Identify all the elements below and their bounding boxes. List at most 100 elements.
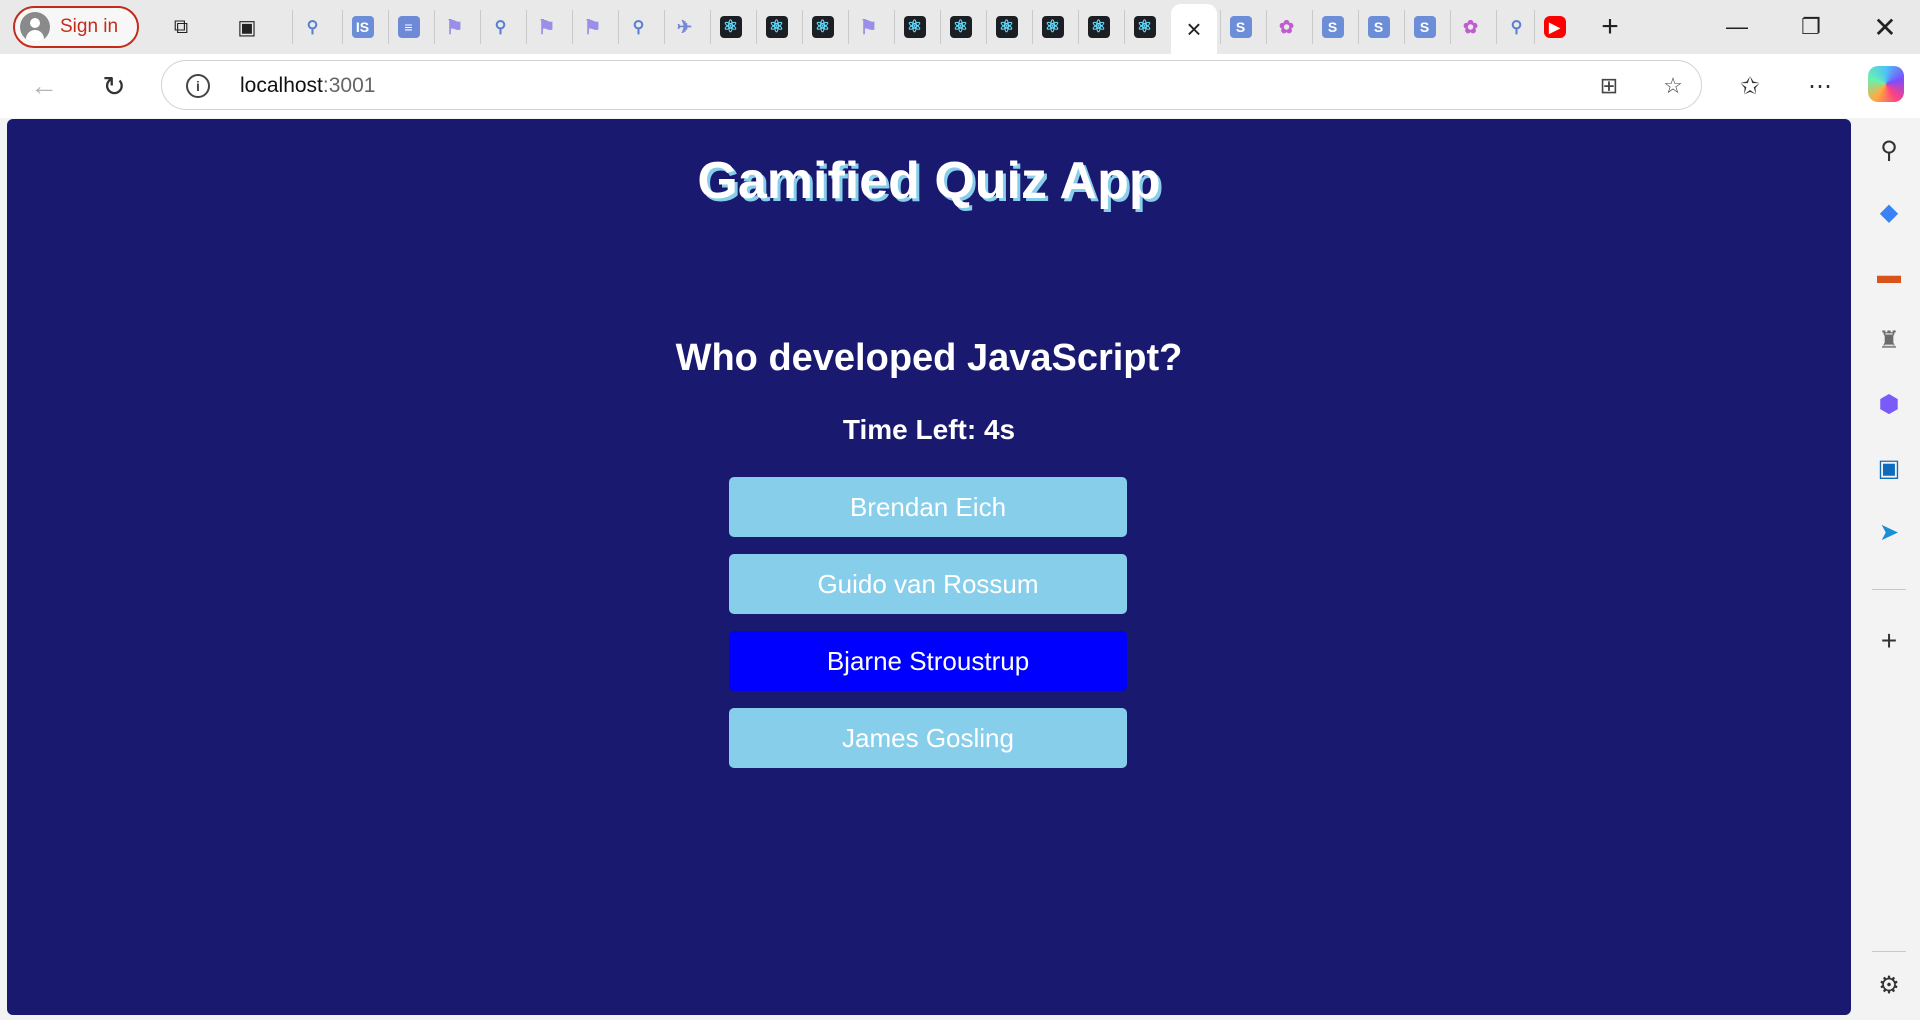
tab-s-3[interactable]: S: [1358, 10, 1398, 44]
tab-is[interactable]: IS: [342, 10, 382, 44]
reload-button[interactable]: ↻: [94, 66, 134, 106]
react-favicon-icon: ⚛: [995, 16, 1018, 38]
s-favicon-icon: S: [1229, 16, 1252, 38]
vertical-tabs-icon[interactable]: ▣: [233, 13, 261, 41]
tab-react-3[interactable]: ⚛: [802, 10, 842, 44]
tab-react-1[interactable]: ⚛: [710, 10, 750, 44]
tab-flag-1[interactable]: ⚑: [434, 10, 474, 44]
tab-search-4[interactable]: ⚲: [1496, 10, 1536, 44]
document-favicon-icon: ≡: [397, 16, 420, 38]
tab-search-2[interactable]: ⚲: [480, 10, 520, 44]
edge-sidebar: ⚲ ◆ ▬ ♜ ⬢ ▣ ➤ + ⚙: [1858, 119, 1920, 1020]
site-info-icon[interactable]: i: [186, 74, 210, 98]
tab-butterfly-2[interactable]: ✿: [1450, 10, 1490, 44]
tab-flag-2[interactable]: ⚑: [526, 10, 566, 44]
split-screen-icon[interactable]: ⊞: [1595, 72, 1623, 100]
page-viewport: Gamified Quiz App Who developed JavaScri…: [7, 119, 1851, 1015]
close-tab-icon[interactable]: ×: [1186, 14, 1201, 45]
s-favicon-icon: S: [1413, 16, 1436, 38]
tab-butterfly-1[interactable]: ✿: [1266, 10, 1306, 44]
react-favicon-icon: ⚛: [1041, 16, 1064, 38]
react-favicon-icon: ⚛: [1133, 16, 1156, 38]
tab-react-4[interactable]: ⚛: [894, 10, 934, 44]
more-options-icon[interactable]: ⋯: [1800, 66, 1840, 106]
sidebar-divider: [1872, 951, 1906, 952]
is-favicon-icon: IS: [351, 16, 374, 38]
tab-s-1[interactable]: S: [1220, 10, 1260, 44]
react-favicon-icon: ⚛: [949, 16, 972, 38]
back-button[interactable]: ←: [24, 66, 64, 106]
tab-s-4[interactable]: S: [1404, 10, 1444, 44]
tab-react-9[interactable]: ⚛: [1124, 10, 1164, 44]
sidebar-divider: [1872, 589, 1906, 590]
react-favicon-icon: ⚛: [719, 16, 742, 38]
url-text[interactable]: localhost:3001: [240, 74, 375, 98]
search-favicon-icon: ⚲: [632, 19, 645, 36]
tab-youtube[interactable]: ▶: [1534, 10, 1574, 44]
sign-in-button[interactable]: Sign in: [13, 6, 139, 48]
copilot-icon[interactable]: [1868, 66, 1904, 102]
restore-button[interactable]: ❐: [1788, 8, 1834, 46]
add-sidebar-icon[interactable]: +: [1872, 624, 1906, 658]
react-favicon-icon: ⚛: [811, 16, 834, 38]
option-james-gosling[interactable]: James Gosling: [729, 708, 1127, 768]
question-text: Who developed JavaScript?: [675, 337, 1183, 379]
butterfly-favicon-icon: ✿: [1462, 16, 1479, 37]
answer-options: Brendan Eich Guido van Rossum Bjarne Str…: [729, 477, 1127, 785]
minimize-button[interactable]: —: [1714, 8, 1760, 46]
microsoft-365-icon[interactable]: ⬢: [1872, 387, 1906, 421]
flag-favicon-icon: ⚑: [445, 16, 464, 39]
tab-react-7[interactable]: ⚛: [1032, 10, 1072, 44]
avatar-icon: [20, 12, 50, 42]
tab-react-5[interactable]: ⚛: [940, 10, 980, 44]
url-host: localhost: [240, 74, 323, 97]
send-icon[interactable]: ➤: [1872, 515, 1906, 549]
search-favicon-icon: ⚲: [1510, 19, 1523, 36]
url-port: :3001: [322, 74, 376, 97]
flag-favicon-icon: ⚑: [859, 16, 878, 39]
address-bar[interactable]: i localhost:3001 ⊞ ☆: [161, 60, 1702, 110]
tab-search-3[interactable]: ⚲: [618, 10, 658, 44]
flag-favicon-icon: ⚑: [583, 16, 602, 39]
tab-flag-4[interactable]: ⚑: [848, 10, 888, 44]
plus-icon: +: [1601, 10, 1619, 43]
react-favicon-icon: ⚛: [765, 16, 788, 38]
s-favicon-icon: S: [1367, 16, 1390, 38]
tab-bird[interactable]: ✈: [664, 10, 704, 44]
tab-search-1[interactable]: ⚲: [292, 10, 332, 44]
tab-strip: Sign in ⧉ ▣ ⚲ IS ≡ ⚑ ⚲ ⚑ ⚑ ⚲ ✈ ⚛ ⚛ ⚛ ⚑ ⚛…: [0, 0, 1920, 54]
browser-toolbar: ← ↻ i localhost:3001 ⊞ ☆ ✩ ⋯: [0, 54, 1920, 118]
youtube-favicon-icon: ▶: [1543, 16, 1566, 38]
new-tab-button[interactable]: +: [1596, 10, 1624, 43]
butterfly-favicon-icon: ✿: [1278, 16, 1295, 37]
tab-react-6[interactable]: ⚛: [986, 10, 1026, 44]
react-favicon-icon: ⚛: [1087, 16, 1110, 38]
tab-flag-3[interactable]: ⚑: [572, 10, 612, 44]
favorites-icon[interactable]: ✩: [1730, 66, 1770, 106]
search-favicon-icon: ⚲: [306, 19, 319, 36]
tab-doc[interactable]: ≡: [388, 10, 428, 44]
games-icon[interactable]: ♜: [1872, 323, 1906, 357]
outlook-icon[interactable]: ▣: [1872, 451, 1906, 485]
tab-react-8[interactable]: ⚛: [1078, 10, 1118, 44]
toolbox-icon[interactable]: ▬: [1872, 259, 1906, 293]
shopping-tag-icon[interactable]: ◆: [1872, 195, 1906, 229]
favorite-star-icon[interactable]: ☆: [1659, 72, 1687, 100]
workspaces-icon[interactable]: ⧉: [167, 13, 195, 41]
tab-active[interactable]: ×: [1171, 4, 1217, 54]
tab-s-2[interactable]: S: [1312, 10, 1352, 44]
bird-favicon-icon: ✈: [676, 16, 693, 37]
react-favicon-icon: ⚛: [903, 16, 926, 38]
settings-gear-icon[interactable]: ⚙: [1872, 968, 1906, 1002]
timer-text: Time Left: 4s: [842, 414, 1016, 445]
sign-in-label: Sign in: [60, 16, 119, 37]
s-favicon-icon: S: [1321, 16, 1344, 38]
close-window-button[interactable]: ✕: [1862, 8, 1908, 46]
option-guido-van-rossum[interactable]: Guido van Rossum: [729, 554, 1127, 614]
tab-react-2[interactable]: ⚛: [756, 10, 796, 44]
app-title: Gamified Quiz App: [697, 152, 1161, 210]
search-icon[interactable]: ⚲: [1872, 133, 1906, 167]
option-brendan-eich[interactable]: Brendan Eich: [729, 477, 1127, 537]
option-bjarne-stroustrup[interactable]: Bjarne Stroustrup: [729, 631, 1127, 691]
search-favicon-icon: ⚲: [494, 19, 507, 36]
